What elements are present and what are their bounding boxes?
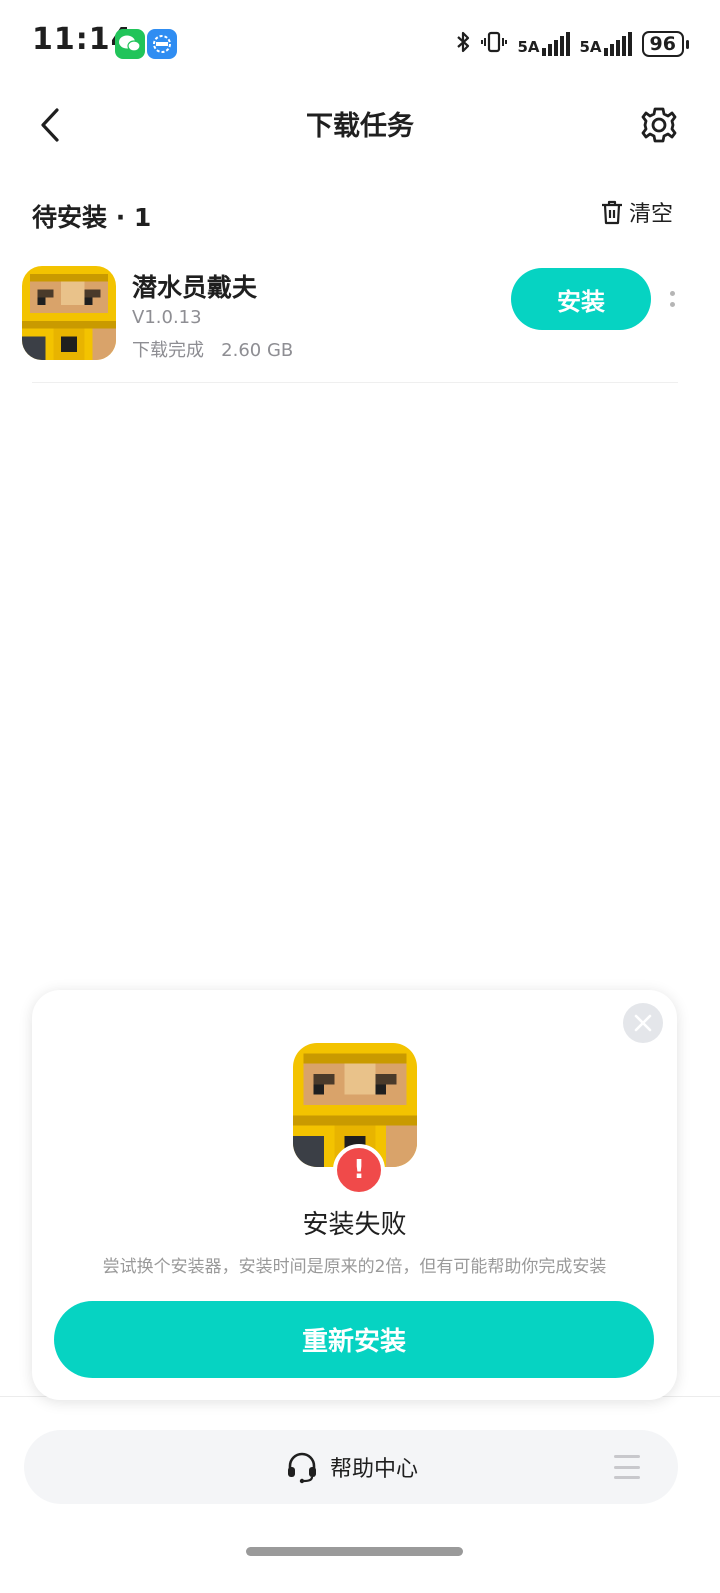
status-indicators: 5A 5A 96 [455,30,690,58]
network-type-1: 5A [517,38,540,56]
page-title: 下载任务 [306,111,414,142]
app-icon[interactable] [22,266,116,360]
headset-icon [287,1452,316,1484]
reinstall-button[interactable]: 重新安装 [54,1301,654,1378]
close-button[interactable] [623,1003,663,1043]
help-center-label: 帮助中心 [329,1457,418,1482]
menu-line-icon [614,1476,640,1479]
download-status: 下载完成 2.60 GB [132,336,293,362]
list-divider [32,382,678,383]
error-icon: ! [333,1144,385,1196]
home-indicator[interactable] [246,1547,463,1556]
vibrate-icon [481,30,508,58]
app-version: V1.0.13 [132,307,202,328]
signal-bars-1-icon [541,32,570,56]
install-button[interactable]: 安装 [511,268,651,330]
battery-level: 96 [641,31,690,57]
clear-label: 清空 [629,202,674,227]
dave-the-diver-icon [22,266,116,360]
section-title: 待安装 · 1 [32,203,152,232]
more-dot-icon [669,302,675,307]
tp-link-notification-icon [147,29,177,59]
clear-button[interactable]: 清空 [600,196,673,228]
gear-icon [641,107,677,143]
close-icon [634,1014,652,1032]
menu-line-icon [614,1455,640,1458]
help-bar: 帮助中心 [24,1430,678,1504]
cellular-signal-1: 5A [517,32,570,56]
help-center-button[interactable]: 帮助中心 [24,1430,678,1504]
menu-line-icon [614,1465,640,1469]
dialog-title: 安装失败 [302,1210,407,1240]
more-options-button[interactable] [664,284,680,314]
settings-button[interactable] [636,102,682,148]
menu-button[interactable] [614,1455,640,1479]
more-dot-icon [669,291,675,296]
cellular-signal-2: 5A [580,32,632,56]
download-status-text: 下载完成 [132,340,204,361]
download-size: 2.60 GB [221,340,294,361]
bluetooth-icon [455,30,471,58]
app-name: 潜水员戴夫 [132,273,258,302]
wechat-notification-icon [115,29,145,59]
install-failed-dialog: ! 安装失败 尝试换个安装器，安装时间是原来的2倍，但有可能帮助你完成安装 重新… [32,990,677,1400]
network-type-2: 5A [579,38,602,56]
trash-icon [602,200,622,225]
signal-bars-2-icon [603,32,632,56]
dialog-description: 尝试换个安装器，安装时间是原来的2倍，但有可能帮助你完成安装 [102,1257,607,1277]
